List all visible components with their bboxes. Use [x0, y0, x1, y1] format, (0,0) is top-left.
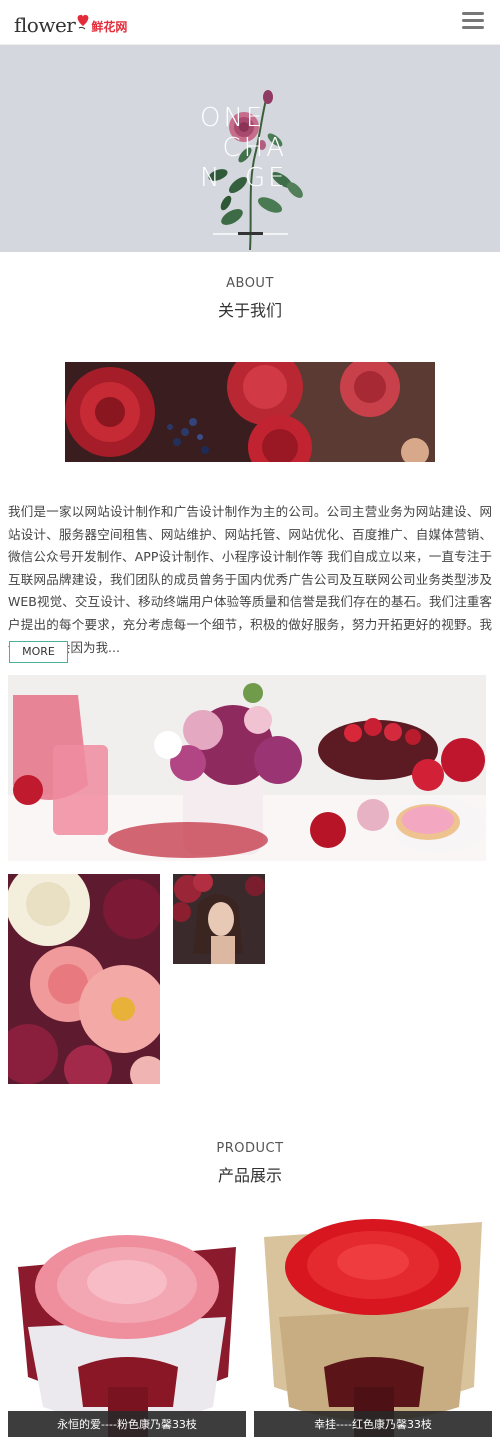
- banner-line-2: CHA: [200, 133, 288, 163]
- banner-line-3: N GE: [200, 163, 288, 193]
- product-card[interactable]: 永恒的爱----粉色康乃馨33枝: [8, 1207, 246, 1437]
- about-title-en: ABOUT: [226, 276, 274, 291]
- product-card[interactable]: 幸挂----红色康乃馨33枝: [254, 1207, 492, 1437]
- hamburger-menu-icon[interactable]: [462, 12, 484, 30]
- hero-banner: ONE CHA N GE: [0, 45, 500, 252]
- about-image-roses: [65, 362, 435, 462]
- logo-text-cn: 鲜花网: [91, 20, 128, 34]
- gallery-image-portrait[interactable]: [173, 874, 265, 964]
- about-description: 我们是一家以网站设计制作和广告设计制作为主的公司。公司主营业务为网站建设、网站设…: [8, 504, 492, 655]
- banner-line-1: ONE: [200, 103, 266, 133]
- site-logo[interactable]: flower 鲜花网: [14, 6, 127, 38]
- gallery-image-peonies[interactable]: [8, 874, 160, 1084]
- banner-headline: ONE CHA N GE: [200, 103, 320, 193]
- more-button[interactable]: MORE: [9, 641, 68, 663]
- banner-pagination-active[interactable]: [238, 232, 263, 235]
- product-image-pink-carnations: [8, 1207, 246, 1437]
- site-header: flower 鲜花网: [0, 0, 500, 45]
- gallery-image-table-flowers[interactable]: [8, 675, 486, 861]
- product-image-red-carnations: [254, 1207, 492, 1437]
- about-title-cn: 关于我们: [217, 301, 282, 320]
- product-caption[interactable]: 幸挂----红色康乃馨33枝: [254, 1411, 492, 1437]
- product-title-en: PRODUCT: [216, 1141, 284, 1156]
- product-title-cn: 产品展示: [217, 1166, 282, 1185]
- logo-text-en: flower: [14, 13, 76, 37]
- heart-logo-icon: [73, 12, 93, 38]
- banner-pagination[interactable]: [213, 232, 288, 235]
- product-heading: PRODUCT 产品展示: [0, 1141, 500, 1186]
- product-caption[interactable]: 永恒的爱----粉色康乃馨33枝: [8, 1411, 246, 1437]
- about-heading: ABOUT 关于我们: [0, 276, 500, 321]
